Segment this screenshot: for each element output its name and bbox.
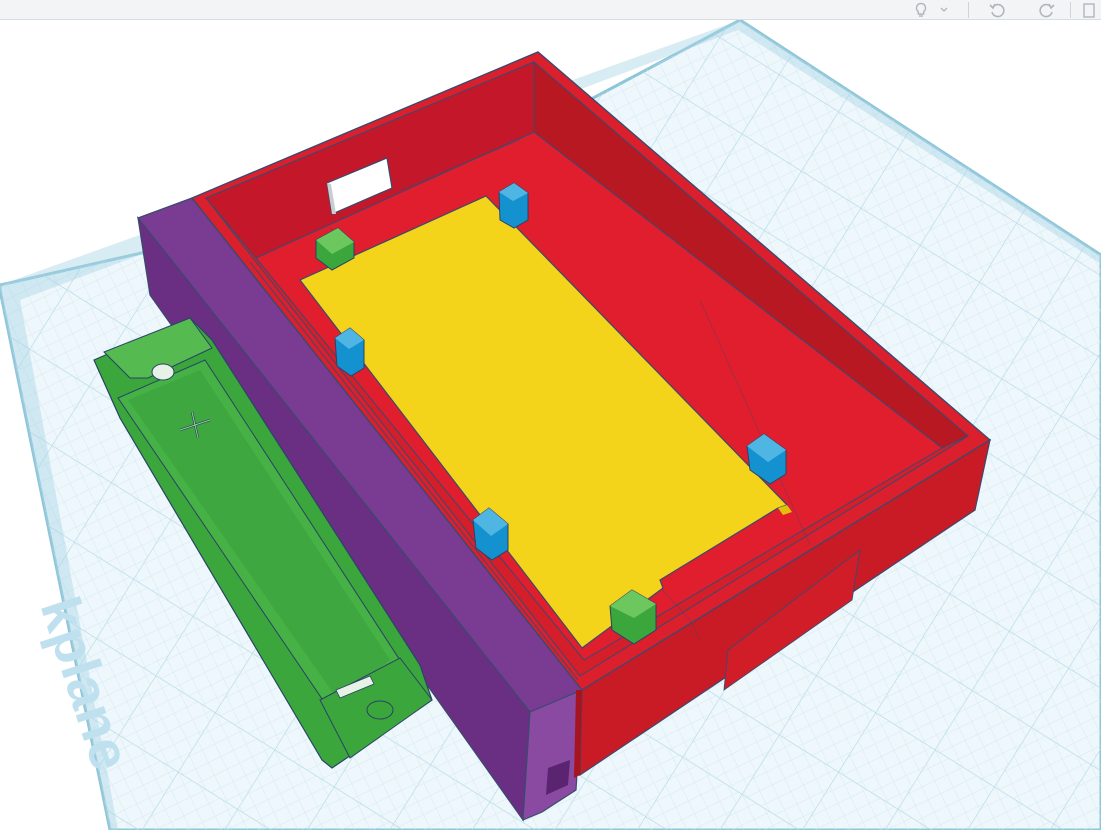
battery-mount-hole-bottom (366, 700, 394, 720)
dropdown-button[interactable] (936, 0, 952, 20)
top-toolbar (0, 0, 1101, 20)
lightbulb-icon (915, 2, 927, 17)
toolbar-divider (968, 2, 969, 18)
dropdown-arrow-icon (940, 7, 948, 12)
scene-canvas[interactable]: kplane (0, 20, 1101, 830)
notes-button[interactable] (1078, 0, 1100, 20)
redo-icon (1039, 3, 1055, 18)
undo-button[interactable] (984, 0, 1010, 20)
lightbulb-button[interactable] (908, 0, 934, 20)
redo-button[interactable] (1034, 0, 1060, 20)
blue-standoff-1[interactable] (498, 182, 529, 229)
battery-mount-hole-top (151, 363, 175, 381)
3d-viewport[interactable]: kplane (0, 20, 1101, 830)
toolbar-divider-2 (1070, 2, 1071, 18)
undo-icon (989, 3, 1005, 18)
notes-icon (1083, 3, 1095, 18)
